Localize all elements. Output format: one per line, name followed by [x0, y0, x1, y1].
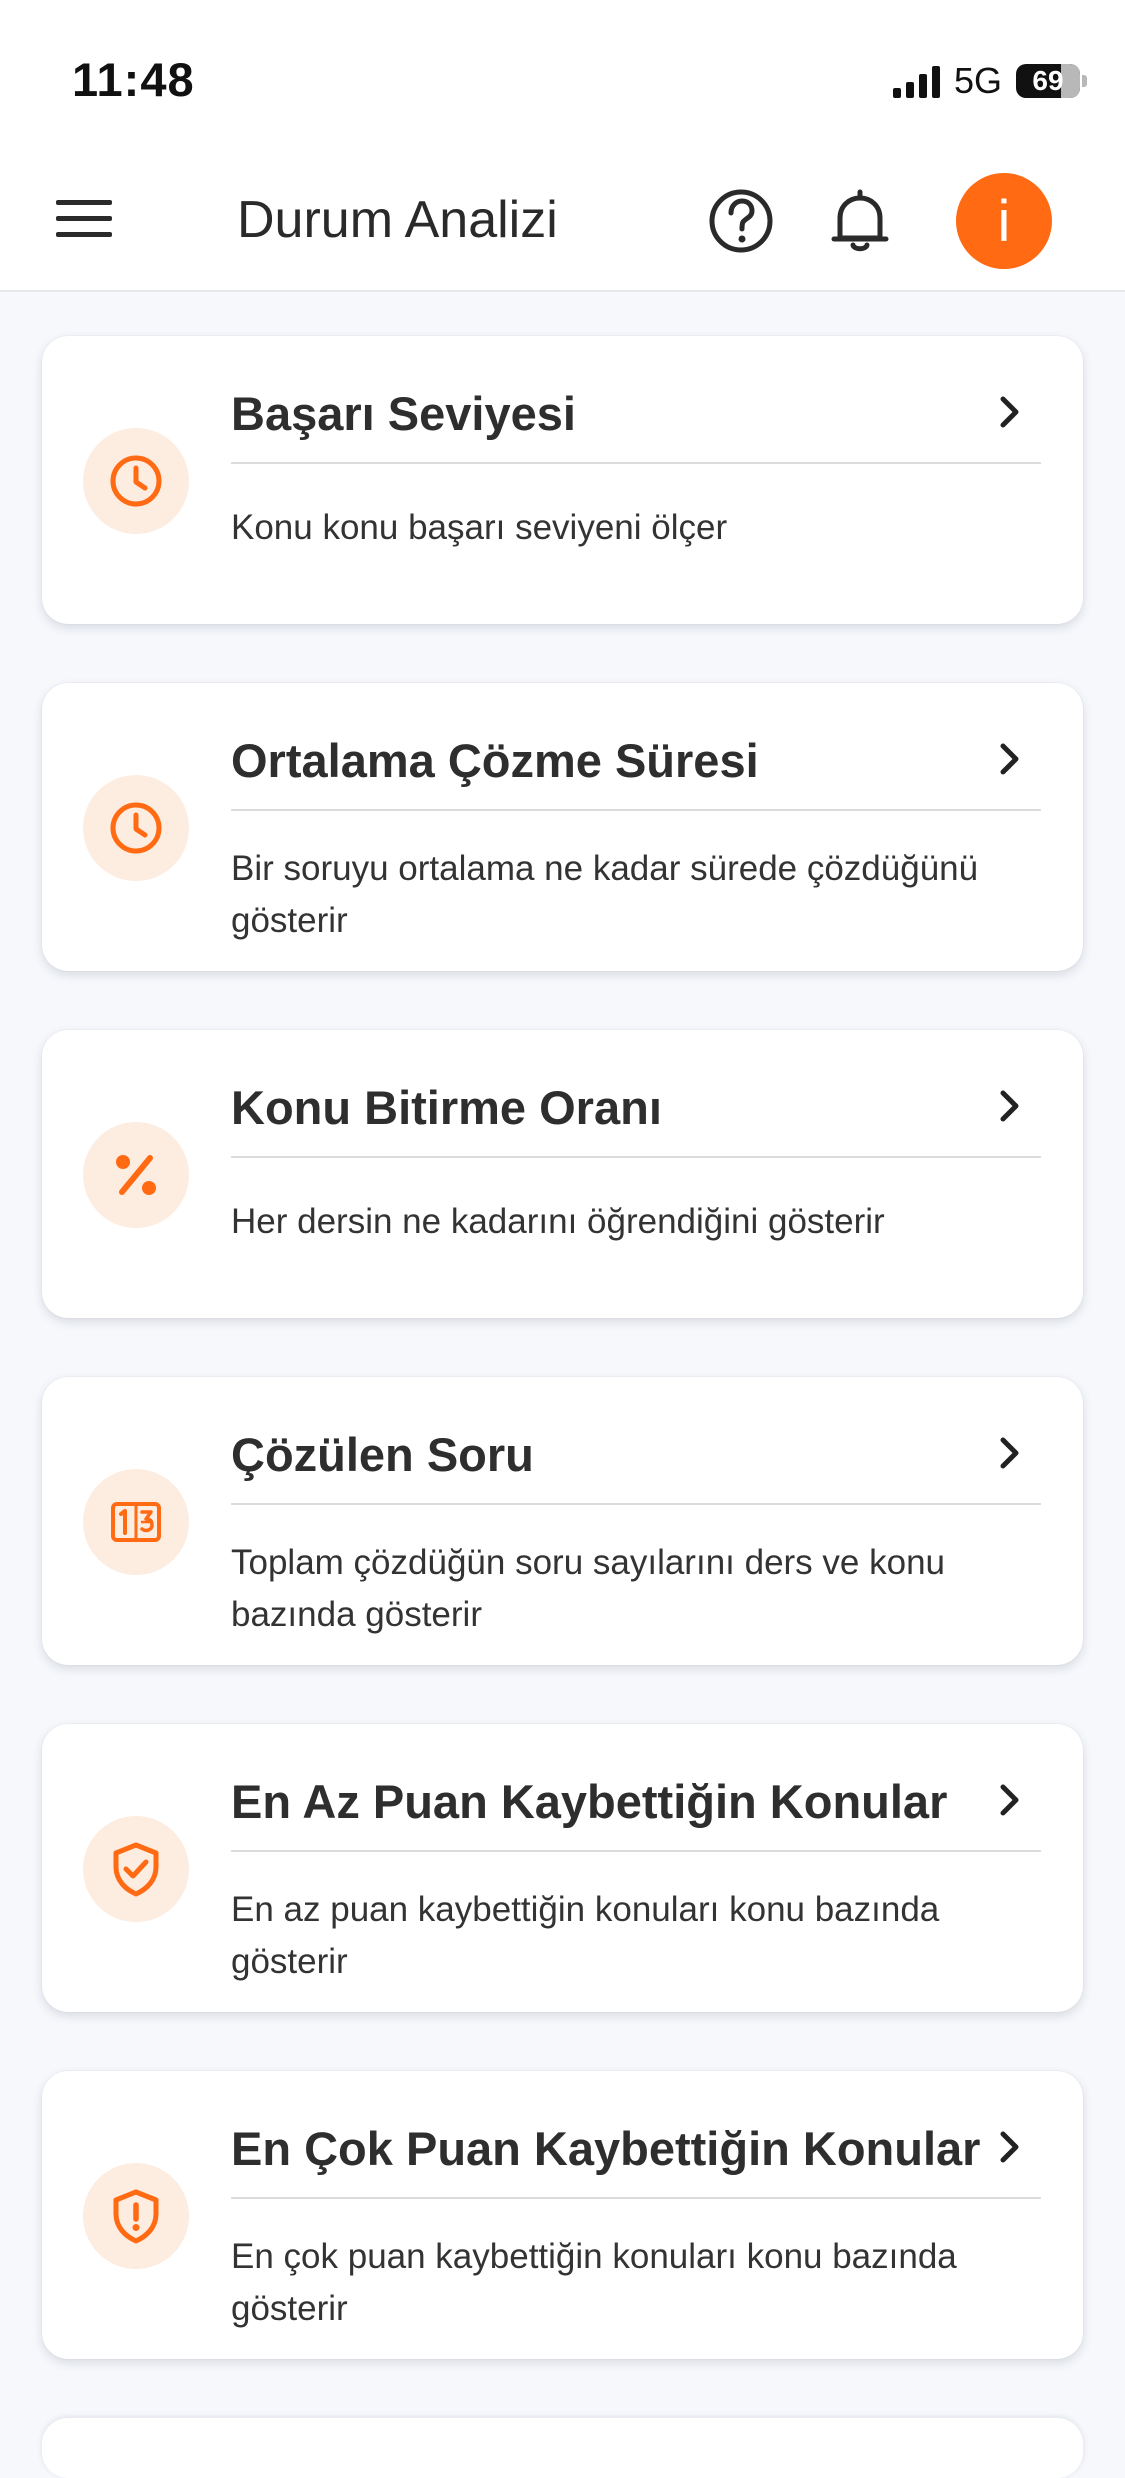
status-indicators: 5G 69	[892, 60, 1087, 102]
card-description: Toplam çözdüğün soru sayılarını ders ve …	[231, 1543, 945, 1634]
card-description: Konu konu başarı seviyeni ölçer	[231, 508, 728, 547]
card-basari-seviyesi[interactable]: Başarı Seviyesi Konu konu başarı seviyen…	[42, 336, 1083, 624]
card-title: Çözülen Soru	[231, 1428, 534, 1481]
divider	[231, 1503, 1041, 1505]
card-title: Ortalama Çözme Süresi	[231, 734, 759, 787]
card-description: En az puan kaybettiğin konuları konu baz…	[231, 1890, 940, 1981]
card-description: Bir soruyu ortalama ne kadar sürede çözd…	[231, 849, 979, 940]
help-button[interactable]	[706, 186, 776, 256]
card-title: En Az Puan Kaybettiğin Konular	[231, 1775, 948, 1828]
help-icon	[709, 189, 773, 253]
card-description: Her dersin ne kadarını öğrendiğini göste…	[231, 1202, 885, 1241]
divider	[231, 2197, 1041, 2199]
card-title: Konu Bitirme Oranı	[231, 1081, 662, 1134]
user-avatar[interactable]: i	[956, 173, 1052, 269]
signal-icon	[892, 64, 940, 98]
chevron-right-icon	[1000, 743, 1019, 775]
page-title: Durum Analizi	[237, 191, 558, 249]
card-ortalama-cozme-suresi[interactable]: Ortalama Çözme Süresi Bir soruyu ortalam…	[42, 683, 1083, 971]
chevron-right-icon	[1000, 1090, 1019, 1122]
divider	[231, 1156, 1041, 1158]
divider	[231, 809, 1041, 811]
shield-check-icon	[83, 1816, 189, 1922]
app-header: Durum Analizi i	[0, 150, 1125, 292]
notifications-button[interactable]	[824, 184, 896, 256]
card-konu-bitirme-orani[interactable]: Konu Bitirme Oranı Her dersin ne kadarın…	[42, 1030, 1083, 1318]
chevron-right-icon	[1000, 1437, 1019, 1469]
battery-icon: 69	[1016, 64, 1080, 98]
card-cozulen-soru[interactable]: Çözülen Soru Toplam çözdüğün soru sayıla…	[42, 1377, 1083, 1665]
clock-icon	[83, 428, 189, 534]
card-en-cok-puan-kaybettigin-konular[interactable]: En Çok Puan Kaybettiğin Konular En çok p…	[42, 2071, 1083, 2359]
card-description: En çok puan kaybettiğin konuları konu ba…	[231, 2237, 957, 2328]
shield-alert-icon	[83, 2163, 189, 2269]
divider	[231, 1850, 1041, 1852]
battery-tip	[1082, 75, 1087, 87]
clock-icon	[83, 775, 189, 881]
chevron-right-icon	[1000, 1784, 1019, 1816]
card-en-az-puan-kaybettigin-konular[interactable]: En Az Puan Kaybettiğin Konular En az pua…	[42, 1724, 1083, 2012]
network-label: 5G	[953, 60, 1002, 101]
card-title: En Çok Puan Kaybettiğin Konular	[231, 2122, 981, 2175]
battery-level: 69	[1032, 65, 1064, 96]
next-card-partial[interactable]	[42, 2418, 1083, 2478]
card-title: Başarı Seviyesi	[231, 387, 576, 440]
status-bar: 11:48 5G 69	[0, 0, 1125, 150]
percent-icon	[83, 1122, 189, 1228]
numbers-icon	[83, 1469, 189, 1575]
bell-icon	[831, 189, 889, 252]
chevron-right-icon	[1000, 396, 1019, 428]
status-time: 11:48	[72, 53, 195, 106]
menu-button[interactable]	[50, 194, 120, 244]
analysis-card-list: Başarı Seviyesi Konu konu başarı seviyen…	[42, 336, 1083, 2418]
chevron-right-icon	[1000, 2131, 1019, 2163]
divider	[231, 462, 1041, 464]
